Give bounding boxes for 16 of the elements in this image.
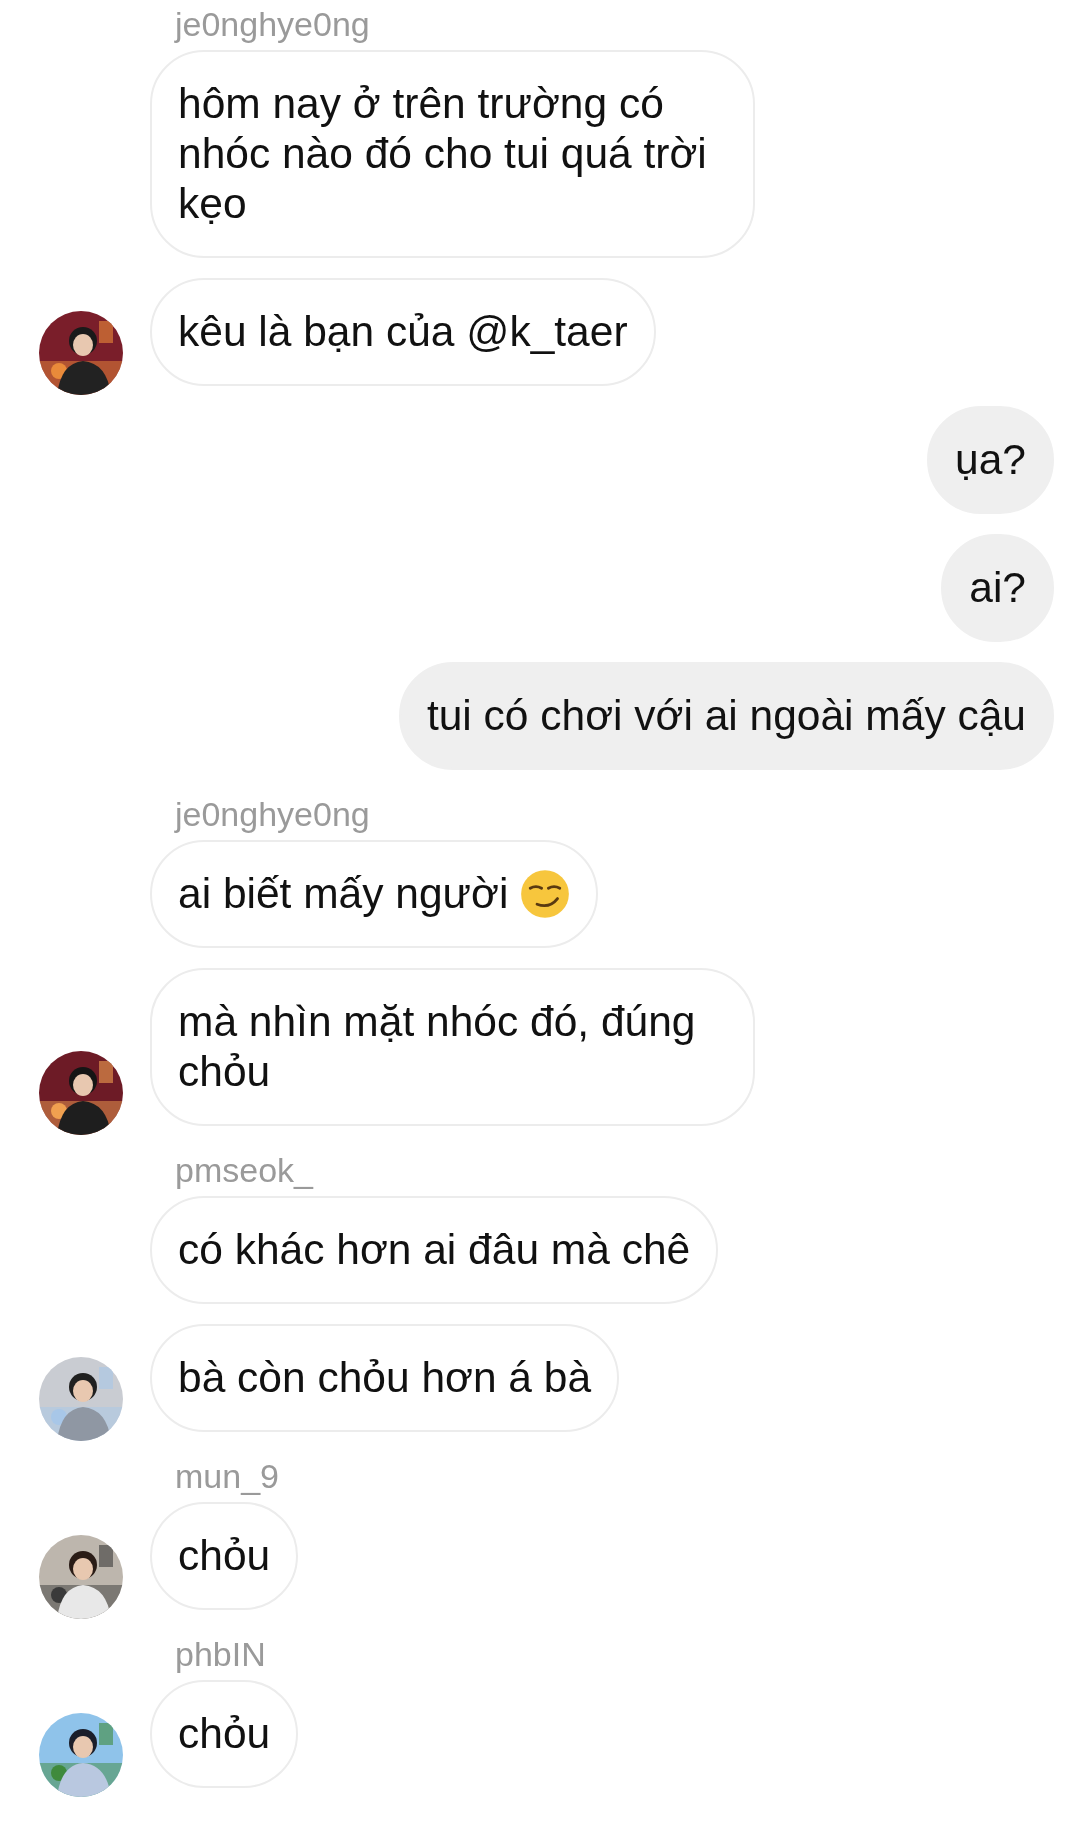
sender-name: je0nghye0ng xyxy=(175,794,371,834)
message-bubble[interactable]: ụa? xyxy=(927,406,1054,514)
message-bubble[interactable]: bà còn chỏu hơn á bà xyxy=(150,1324,620,1432)
sender-name: mun_9 xyxy=(175,1456,280,1496)
message-bubble[interactable]: chỏu xyxy=(150,1680,299,1788)
sender-name: phbIN xyxy=(175,1634,267,1674)
message-bubble[interactable]: hôm nay ở trên trường có nhóc nào đó cho tui quá trời kẹo xyxy=(150,50,755,258)
sender-name: pmseok_ xyxy=(175,1150,315,1190)
message-bubble[interactable]: ai biết mấy người xyxy=(150,840,599,948)
message-bubble[interactable]: có khác hơn ai đâu mà chê xyxy=(150,1196,719,1304)
message-bubble[interactable]: chỏu xyxy=(150,1502,299,1610)
sender-name: je0nghye0ng xyxy=(175,4,371,44)
message-bubble[interactable]: mà nhìn mặt nhóc đó, đúng chỏu xyxy=(150,968,755,1126)
message-bubble[interactable]: tui có chơi với ai ngoài mấy cậu xyxy=(398,662,1054,770)
message-bubble[interactable]: ai? xyxy=(941,534,1054,642)
message-bubble[interactable]: kêu là bạn của @k_taer xyxy=(150,278,656,386)
